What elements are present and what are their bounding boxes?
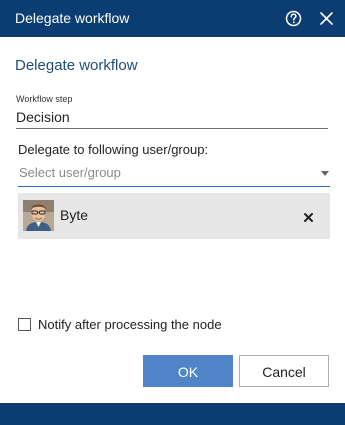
chevron-down-icon (321, 171, 329, 176)
workflow-step-value: Decision (16, 108, 328, 129)
cancel-button[interactable]: Cancel (239, 355, 329, 387)
delegate-workflow-dialog: Delegate workflow Delegate workflow Work… (0, 0, 345, 425)
notify-label[interactable]: Notify after processing the node (38, 317, 222, 333)
user-avatar (23, 200, 54, 231)
dialog-footer-bar (0, 403, 345, 425)
dialog-title: Delegate workflow (15, 10, 130, 26)
help-icon[interactable] (284, 9, 303, 28)
form-heading: Delegate workflow (15, 57, 138, 74)
notify-checkbox[interactable] (18, 318, 31, 331)
user-name: Byte (60, 207, 89, 223)
delegate-label: Delegate to following user/group: (18, 142, 209, 157)
ok-button[interactable]: OK (143, 355, 233, 387)
remove-x-icon[interactable] (303, 210, 314, 222)
selected-user-chip: Byte (18, 193, 330, 239)
workflow-step-label: Workflow step (16, 94, 73, 104)
select-placeholder: Select user/group (19, 165, 121, 180)
close-icon[interactable] (317, 9, 336, 28)
user-group-select[interactable]: Select user/group (18, 163, 330, 187)
dialog-titlebar: Delegate workflow (0, 0, 345, 37)
